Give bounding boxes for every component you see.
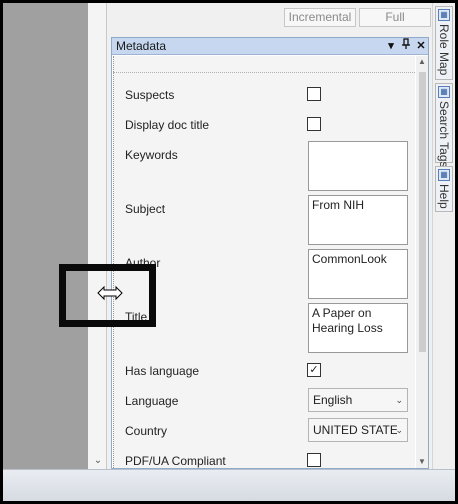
pin-icon[interactable] [399,38,413,54]
subject-label: Subject [125,202,166,216]
tab-role-map[interactable]: ▦ Role Map [435,6,453,80]
tab-search-tags-label: Search Tags [437,101,451,168]
tab-role-map-label: Role Map [437,24,451,76]
title-field[interactable]: A Paper on Hearing Loss [308,303,408,353]
pdfua-label: PDF/UA Compliant [125,454,226,468]
language-select[interactable]: English ⌄ [308,388,408,412]
search-tags-icon: ▦ [438,86,450,98]
status-bar [3,469,455,501]
divider [113,56,114,468]
chevron-down-icon[interactable]: ▾ [384,38,398,54]
author-field[interactable]: CommonLook [308,249,408,299]
full-button[interactable]: Full [359,8,431,27]
vertical-scrollbar[interactable]: ▲ ▼ [416,56,428,468]
suspects-label: Suspects [125,88,175,102]
display-doc-title-label: Display doc title [125,118,210,132]
keywords-label: Keywords [125,148,178,162]
scroll-thumb[interactable] [419,72,426,352]
suspects-checkbox[interactable] [307,87,321,101]
metadata-panel: Metadata ▾ ✕ Suspects Display doc title … [111,37,429,469]
divider [113,72,415,73]
language-value: English [313,393,353,407]
pdfua-checkbox[interactable] [307,453,321,467]
panel-header: Metadata ▾ ✕ [112,38,428,55]
keywords-field[interactable] [308,141,408,191]
country-select[interactable]: UNITED STATES ⌄ [308,418,408,442]
chevron-down-icon: ⌄ [395,425,403,435]
panel-title: Metadata [116,39,167,53]
tab-help[interactable]: ▦ Help [435,166,453,212]
scroll-down-icon[interactable]: ▼ [416,456,428,468]
app-window: ⌄ Incremental Full Metadata ▾ ✕ Suspects… [3,3,455,501]
display-doc-title-checkbox[interactable] [307,117,321,131]
close-icon[interactable]: ✕ [414,38,428,54]
chevron-down-icon[interactable]: ⌄ [91,455,105,467]
chevron-down-icon: ⌄ [395,395,403,405]
left-scroll-strip: ⌄ [88,3,107,469]
role-map-icon: ▦ [438,9,450,21]
language-label: Language [125,394,179,408]
country-label: Country [125,424,168,438]
metadata-form: Suspects Display doc title Keywords Subj… [113,56,415,468]
incremental-button[interactable]: Incremental [284,8,356,27]
has-language-label: Has language [125,364,200,378]
side-tab-strip: ▦ Role Map ▦ Search Tags ▦ Help [432,3,455,469]
country-value: UNITED STATES [313,423,397,437]
subject-field[interactable]: From NIH [308,195,408,245]
tab-search-tags[interactable]: ▦ Search Tags [435,83,453,168]
resize-cursor-icon [97,285,123,301]
help-icon: ▦ [438,169,450,181]
document-view-pane [3,3,88,469]
has-language-checkbox[interactable]: ✓ [307,363,321,377]
scroll-up-icon[interactable]: ▲ [416,56,428,68]
tab-help-label: Help [437,184,451,209]
